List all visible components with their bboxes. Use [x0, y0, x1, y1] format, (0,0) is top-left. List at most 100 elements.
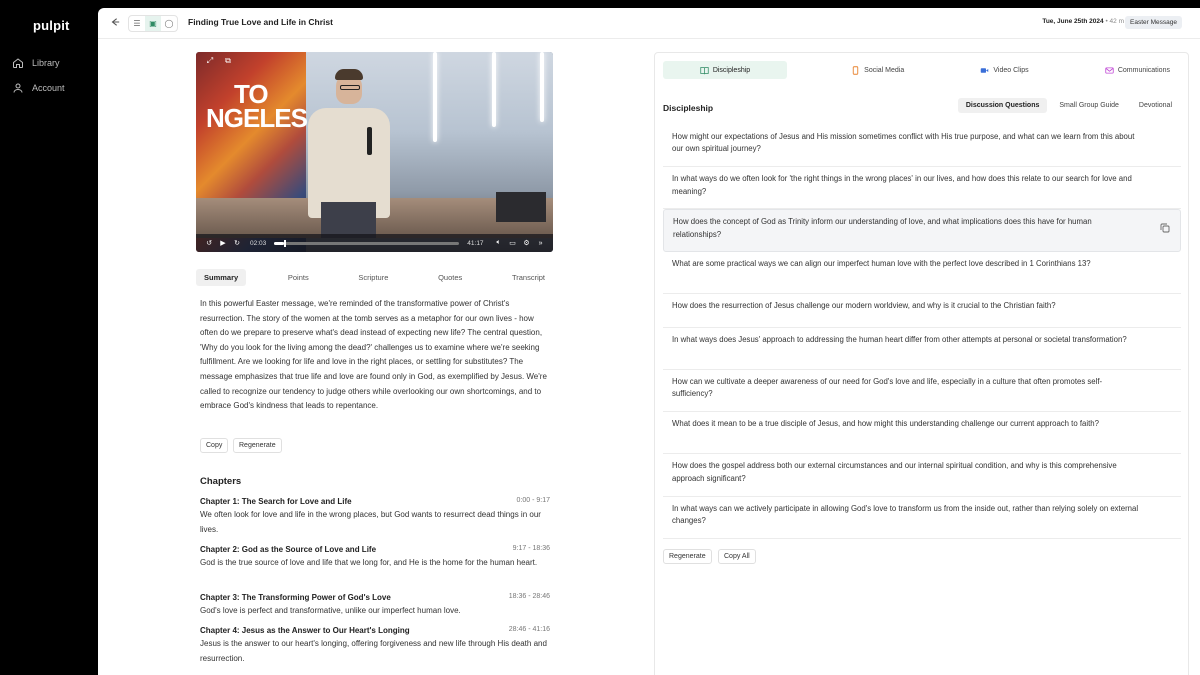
sidebar: pulpit Library Account	[0, 0, 98, 675]
chapter-desc: God is the true source of love and life …	[200, 558, 538, 567]
forward-icon[interactable]: ↻	[230, 239, 244, 247]
question-item[interactable]: What does it mean to be a true disciple …	[663, 412, 1181, 455]
question-item[interactable]: In what ways do we often look for 'the r…	[663, 167, 1181, 210]
copy-all-button[interactable]: Copy All	[718, 549, 756, 564]
chapters-heading: Chapters	[200, 476, 242, 487]
question-item[interactable]: How does the concept of God as Trinity i…	[663, 209, 1181, 252]
book-icon	[700, 66, 709, 74]
chapter-item[interactable]: Chapter 1: The Search for Love and Life …	[200, 497, 550, 537]
question-item[interactable]: How might our expectations of Jesus and …	[663, 125, 1181, 168]
settings-icon[interactable]: ⚙	[520, 239, 534, 247]
speaker-hair	[335, 69, 363, 80]
view-switcher: ☰ ▣ ◯	[128, 15, 178, 32]
chapter-item[interactable]: Chapter 4: Jesus as the Answer to Our He…	[200, 626, 550, 666]
tab-communications[interactable]: Communications	[1093, 61, 1182, 79]
question-list: How might our expectations of Jesus and …	[663, 125, 1181, 539]
cast-icon[interactable]: ▭	[506, 239, 520, 247]
sidebar-item-label: Account	[32, 83, 65, 93]
chat-view-icon[interactable]: ◯	[161, 16, 177, 31]
tab-points[interactable]: Points	[280, 269, 317, 286]
tab-discipleship[interactable]: Discipleship	[663, 61, 787, 79]
question-text: What are some practical ways we can alig…	[672, 258, 1091, 268]
rewind-icon[interactable]: ↺	[202, 239, 216, 247]
subtab-discussion-questions[interactable]: Discussion Questions	[957, 98, 1048, 113]
discipleship-panel: Discipleship Social Media Video Clips Co…	[654, 52, 1189, 675]
subtab-devotional[interactable]: Devotional	[1131, 98, 1180, 113]
seek-bar[interactable]	[274, 239, 460, 247]
tab-label: Video Clips	[993, 66, 1029, 74]
tab-social-media[interactable]: Social Media	[839, 61, 916, 79]
tab-transcript[interactable]: Transcript	[504, 269, 553, 286]
panel-heading: Discipleship	[663, 103, 714, 113]
home-icon	[13, 58, 23, 68]
sidebar-item-library[interactable]: Library	[12, 57, 60, 69]
tab-summary[interactable]: Summary	[196, 269, 247, 286]
question-text: In what ways can we actively participate…	[672, 503, 1139, 525]
chapter-title: Chapter 3: The Transforming Power of God…	[200, 593, 391, 602]
question-text: How does the resurrection of Jesus chall…	[672, 300, 1056, 310]
question-item[interactable]: In what ways does Jesus' approach to add…	[663, 328, 1181, 370]
question-text: How does the gospel address both our ext…	[672, 461, 1117, 483]
panel-tabs: Discipleship Social Media Video Clips Co…	[663, 61, 1182, 81]
video-overlay-text: TO NGELES	[206, 79, 308, 133]
seek-bar-handle[interactable]	[283, 239, 286, 247]
question-text: How does the concept of God as Trinity i…	[673, 217, 1092, 239]
question-item[interactable]: How does the resurrection of Jesus chall…	[663, 294, 1181, 328]
page-title: Finding True Love and Life in Christ	[188, 17, 333, 27]
chapter-title: Chapter 4: Jesus as the Answer to Our He…	[200, 626, 410, 635]
question-item[interactable]: In what ways can we actively participate…	[663, 497, 1181, 539]
pip-icon[interactable]: ⧉	[222, 56, 234, 66]
chapter-item[interactable]: Chapter 3: The Transforming Power of God…	[200, 593, 550, 619]
tab-scripture[interactable]: Scripture	[350, 269, 396, 286]
app-logo[interactable]: pulpit	[33, 18, 70, 33]
chapter-title: Chapter 2: God as the Source of Love and…	[200, 545, 377, 554]
regenerate-questions-button[interactable]: Regenerate	[663, 549, 712, 564]
message-date: Tue, June 25th 2024 • 42 m	[1042, 18, 1124, 25]
mail-icon	[1105, 66, 1114, 74]
video-top-icons: ⤢ ⧉	[204, 56, 234, 66]
keyboard-stand	[496, 192, 546, 222]
speaker-legs	[321, 202, 376, 238]
question-item[interactable]: What are some practical ways we can alig…	[663, 252, 1181, 294]
chapter-title: Chapter 1: The Search for Love and Life	[200, 497, 352, 506]
volume-icon[interactable]: 🔈︎	[492, 239, 506, 247]
expand-icon[interactable]: ⤢	[204, 56, 216, 66]
video-player[interactable]: TO NGELES ⤢ ⧉ ↺ ▶ ↻ 02:03 41:17 🔈︎ ▭ ⚙ »	[196, 52, 553, 252]
chapter-desc: God's love is perfect and transformative…	[200, 606, 461, 615]
question-text: In what ways does Jesus' approach to add…	[672, 334, 1127, 344]
question-text: What does it mean to be a true disciple …	[672, 419, 1099, 429]
copy-button[interactable]: Copy	[200, 438, 229, 453]
total-time: 41:17	[467, 239, 484, 247]
media-view-icon[interactable]: ▣	[145, 16, 161, 31]
sidebar-item-account[interactable]: Account	[12, 82, 65, 94]
seek-bar-fill	[274, 241, 284, 245]
video-controls: ↺ ▶ ↻ 02:03 41:17 🔈︎ ▭ ⚙ »	[196, 234, 553, 252]
main-window: ☰ ▣ ◯ Finding True Love and Life in Chri…	[98, 8, 1200, 675]
chapter-item[interactable]: Chapter 2: God as the Source of Love and…	[200, 545, 550, 571]
question-text: How might our expectations of Jesus and …	[672, 132, 1135, 154]
question-item[interactable]: How does the gospel address both our ext…	[663, 454, 1181, 497]
tab-video-clips[interactable]: Video Clips	[968, 61, 1040, 79]
more-icon[interactable]: »	[534, 240, 548, 247]
question-text: How can we cultivate a deeper awareness …	[672, 376, 1103, 399]
user-icon	[13, 83, 23, 93]
chapter-time: 18:36 - 28:46	[508, 593, 550, 600]
play-icon[interactable]: ▶	[216, 239, 230, 247]
question-item[interactable]: How can we cultivate a deeper awareness …	[663, 370, 1181, 413]
chapter-time: 28:46 - 41:16	[508, 626, 550, 633]
chapter-time: 0:00 - 9:17	[516, 497, 550, 504]
back-arrow-icon[interactable]	[110, 17, 122, 29]
subtab-small-group-guide[interactable]: Small Group Guide	[1051, 98, 1127, 113]
content-tabs: Summary Points Scripture Quotes Transcri…	[196, 269, 553, 286]
chapter-desc: Jesus is the answer to our heart's longi…	[200, 639, 547, 663]
subtabs: Discussion Questions Small Group Guide D…	[957, 98, 1180, 113]
phone-icon	[852, 65, 859, 75]
list-view-icon[interactable]: ☰	[129, 16, 145, 31]
tab-quotes[interactable]: Quotes	[430, 269, 470, 286]
regenerate-button[interactable]: Regenerate	[233, 438, 282, 453]
copy-icon[interactable]	[1160, 223, 1170, 233]
speaker-glasses	[340, 85, 360, 90]
tab-label: Social Media	[864, 66, 905, 74]
date-text: Tue, June 25th 2024	[1042, 18, 1104, 25]
question-text: In what ways do we often look for 'the r…	[672, 174, 1132, 196]
